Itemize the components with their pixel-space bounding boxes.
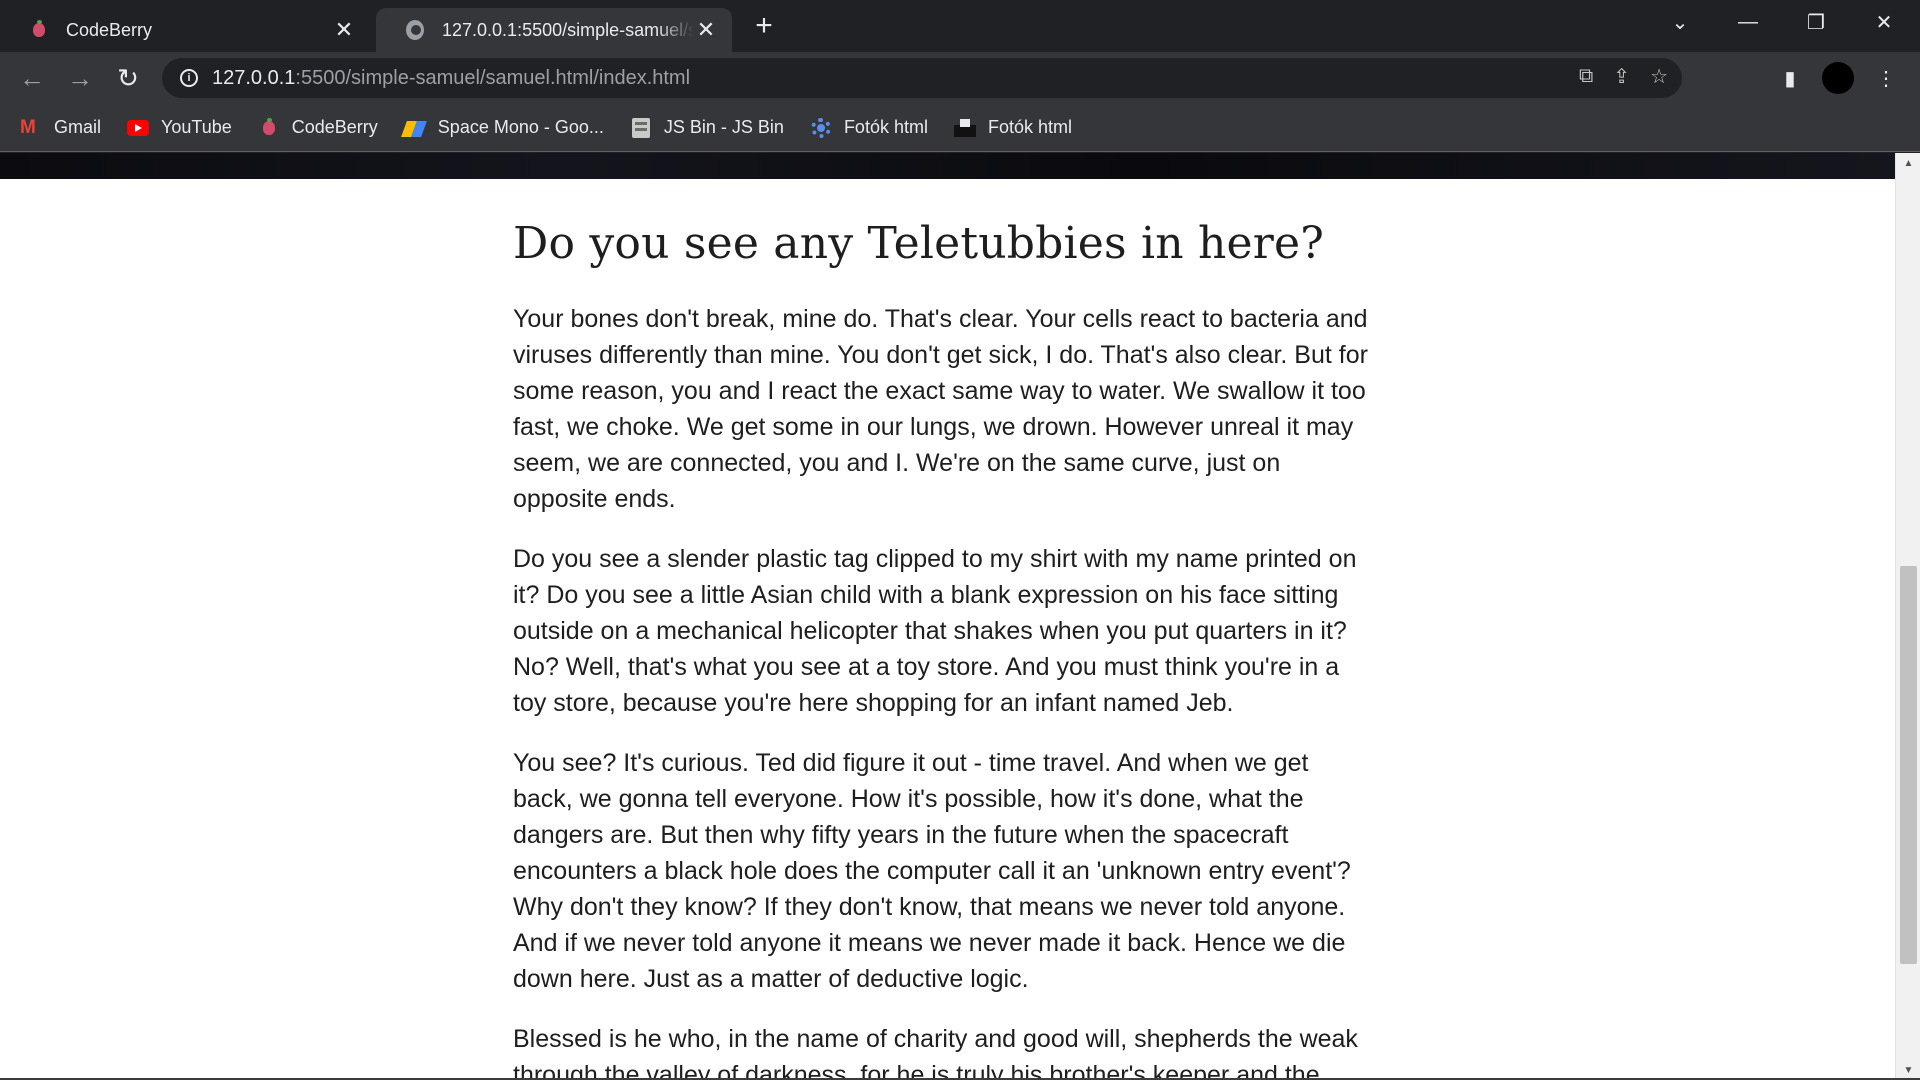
bookmark-fotok-html-2[interactable]: Fotók html [953,117,1072,138]
window-close-icon[interactable]: ✕ [1856,0,1912,44]
close-tab-icon[interactable]: ✕ [332,17,356,42]
tab-codeberry[interactable]: CodeBerry ✕ [0,8,370,52]
url-host: 127.0.0.1 [212,66,296,89]
bookmark-youtube[interactable]: YouTube [127,117,232,138]
scroll-down-arrow-icon[interactable]: ▼ [1896,1060,1920,1080]
url-text[interactable]: 127.0.0.1:5500/simple-samuel/samuel.html… [212,67,690,90]
article-paragraph: Your bones don't break, mine do. That's … [513,304,1368,513]
omnibox-actions: ⧉ ⇪ ☆ [1579,64,1668,89]
browser-toolbar: ← → ↻ i 127.0.0.1:5500/simple-samuel/sam… [0,52,1920,104]
article-paragraph: Do you see a slender plastic tag clipped… [513,544,1357,717]
photo-icon [953,118,976,137]
article-paragraph: You see? It's curious. Ted did figure it… [513,748,1351,993]
hero-image-bottom [0,153,1895,179]
new-tab-button[interactable]: + [748,9,780,42]
tab-title: 127.0.0.1:5500/simple-samuel/samuel.html… [442,19,694,40]
profile-avatar[interactable] [1820,60,1856,96]
bookmark-label: JS Bin - JS Bin [663,117,784,137]
minimize-icon[interactable]: — [1720,0,1776,44]
bookmark-label: YouTube [161,117,232,137]
close-tab-icon[interactable]: ✕ [694,17,718,42]
side-panel-icon[interactable]: ▮ [1772,60,1808,96]
article: Do you see any Teletubbies in here? Your… [513,218,1373,1080]
bookmarks-bar: Gmail YouTube CodeBerry Space Mono - Goo… [0,104,1920,152]
codeberry-icon [258,117,280,137]
url-path: :5500/simple-samuel/samuel.html/index.ht… [295,66,691,89]
menu-icon[interactable]: ⋮ [1868,60,1904,96]
address-bar[interactable]: i 127.0.0.1:5500/simple-samuel/samuel.ht… [162,58,1682,98]
youtube-icon [127,119,150,137]
bookmark-fotok-html-1[interactable]: Fotók html [810,117,928,138]
scrollbar-thumb[interactable] [1900,566,1917,964]
bookmark-label: Gmail [54,117,102,137]
gear-icon [810,117,832,138]
tab-search-icon[interactable]: ⌄ [1652,0,1708,44]
translate-icon[interactable]: ⧉ [1579,65,1593,88]
bookmark-label: Space Mono - Goo... [437,117,604,137]
bookmark-label: Fotók html [843,117,928,137]
bookmark-label: CodeBerry [291,117,378,137]
site-info-icon[interactable]: i [180,69,198,87]
reload-icon[interactable]: ↻ [110,60,146,96]
tab-title: CodeBerry [66,19,153,40]
restore-icon[interactable]: ❐ [1788,0,1844,44]
vertical-scrollbar[interactable]: ▲ ▼ [1895,153,1920,1080]
forward-icon[interactable]: → [62,60,98,96]
tab-local-page[interactable]: 127.0.0.1:5500/simple-samuel/samuel.html… [376,8,732,52]
tab-strip: CodeBerry ✕ 127.0.0.1:5500/simple-samuel… [0,0,1920,52]
bookmark-star-icon[interactable]: ☆ [1650,64,1668,89]
article-heading: Do you see any Teletubbies in here? [513,218,1325,269]
bookmark-label: Fotók html [987,117,1072,137]
codeberry-icon [30,20,48,39]
bookmark-codeberry[interactable]: CodeBerry [258,117,378,138]
bookmark-jsbin[interactable]: JS Bin - JS Bin [630,117,784,138]
article-paragraph: Blessed is he who, in the name of charit… [513,1024,1358,1080]
google-fonts-icon [404,119,426,137]
back-icon[interactable]: ← [14,60,50,96]
share-icon[interactable]: ⇪ [1613,64,1630,89]
bookmark-gmail[interactable]: Gmail [20,117,102,139]
page-viewport: Do you see any Teletubbies in here? Your… [0,153,1920,1080]
gmail-icon [20,117,42,139]
globe-icon [406,20,424,40]
jsbin-icon [630,117,652,138]
bookmark-space-mono[interactable]: Space Mono - Goo... [404,117,604,138]
scroll-up-arrow-icon[interactable]: ▲ [1896,153,1920,173]
